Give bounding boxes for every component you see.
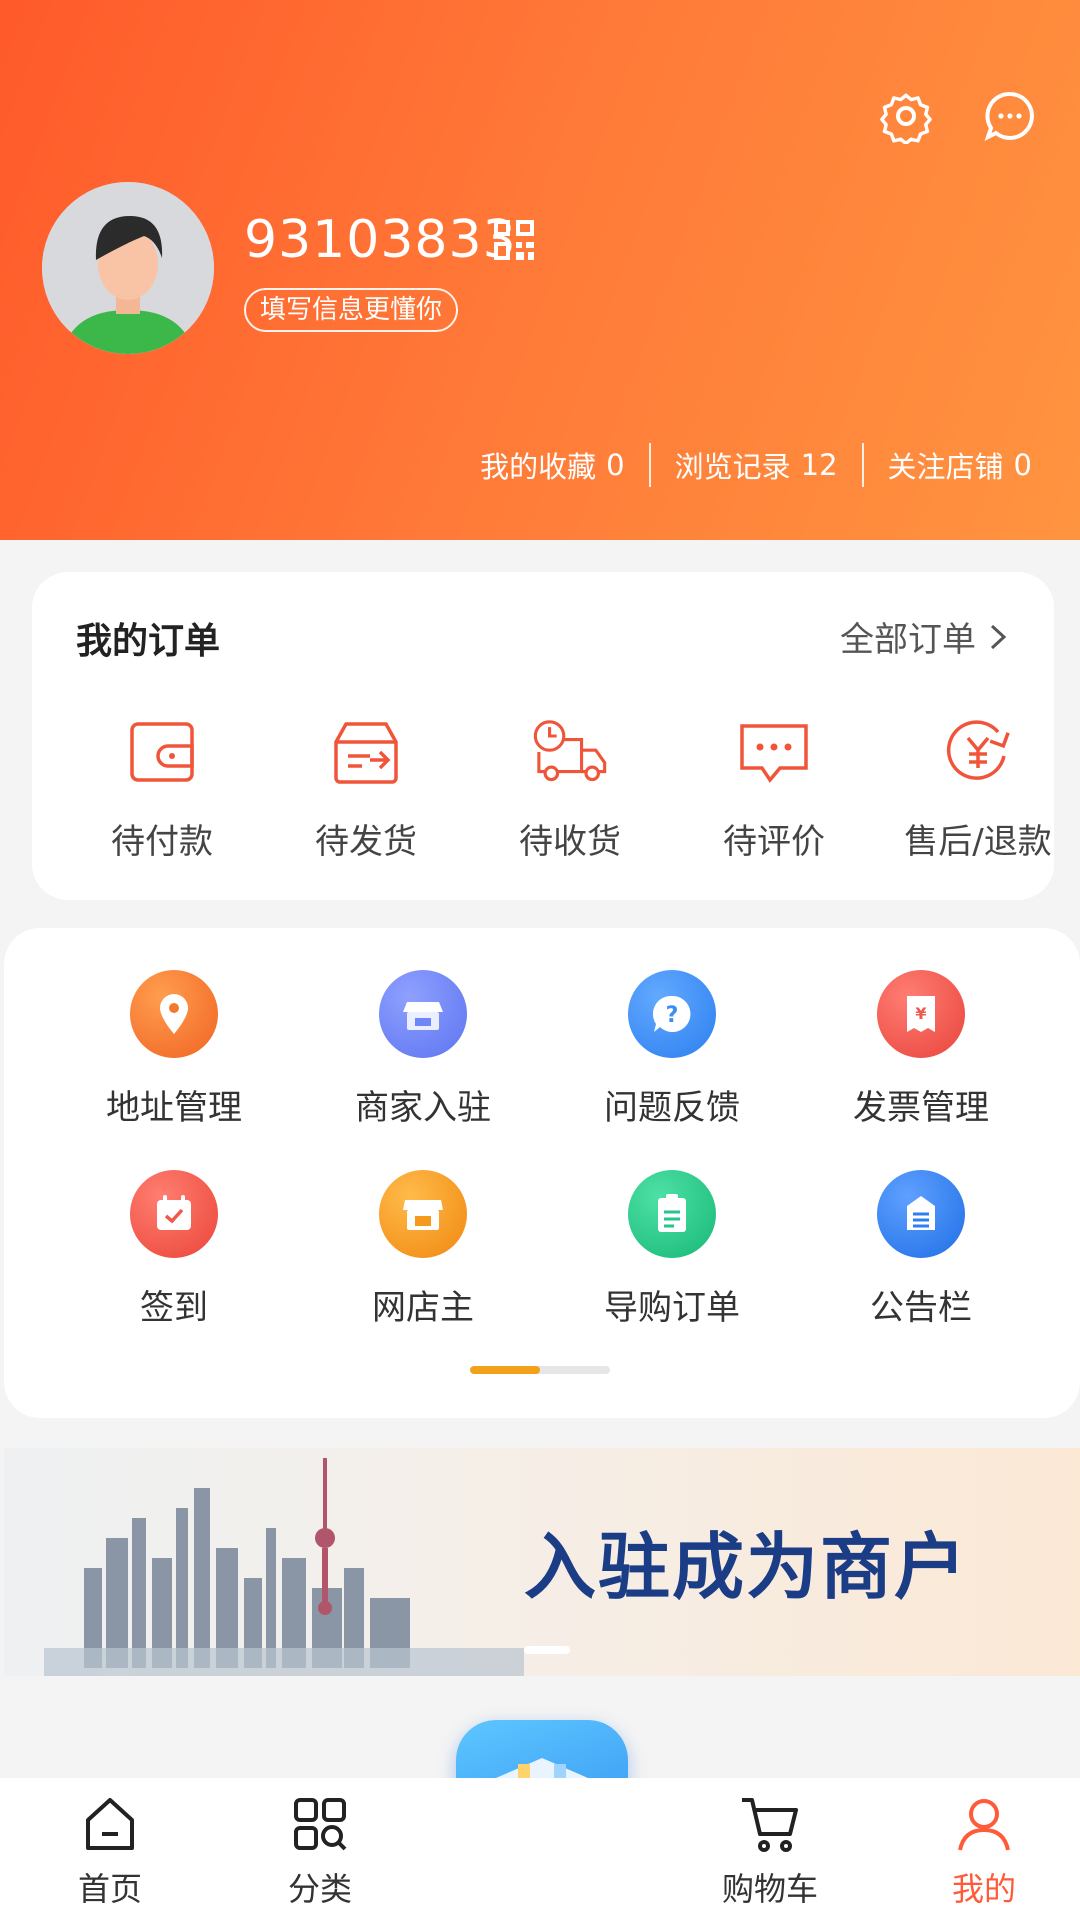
profile-info-tag[interactable]: 填写信息更懂你 — [244, 288, 459, 332]
wallet-icon — [130, 722, 194, 782]
order-label: 待评价 — [723, 822, 825, 862]
profile-header: 93103833 填写信息更懂你 我的收藏 0 浏览记录 12 关注店铺 0 — [0, 0, 1080, 540]
stat-value: 0 — [1013, 448, 1032, 482]
nav-label: 购物车 — [721, 1870, 818, 1908]
stat-value: 12 — [800, 448, 838, 482]
location-pin-icon — [130, 970, 218, 1058]
banner-title: 入驻成为商户 — [524, 1525, 969, 1609]
comment-icon — [740, 724, 808, 783]
service-label: 导购订单 — [604, 1288, 740, 1328]
box-ship-icon — [334, 722, 398, 784]
avatar[interactable] — [42, 182, 214, 354]
banner-pager-dot — [524, 1646, 570, 1654]
order-label: 待付款 — [111, 822, 213, 862]
nav-label: 首页 — [77, 1870, 142, 1908]
store-icon — [379, 1170, 467, 1258]
services-page-indicator — [470, 1366, 610, 1374]
stat-label: 我的收藏 — [480, 450, 597, 484]
all-orders-link[interactable]: 全部订单 — [840, 612, 1010, 661]
refund-icon — [946, 720, 1010, 780]
order-label: 待发货 — [315, 822, 417, 862]
orders-title: 我的订单 — [76, 621, 221, 662]
page-indicator-fill — [470, 1366, 540, 1374]
qr-code-icon[interactable] — [494, 220, 534, 260]
service-label: 问题反馈 — [604, 1088, 740, 1128]
service-check-in[interactable]: 签到 — [50, 1170, 298, 1329]
username: 93103833 — [244, 210, 517, 270]
shop-icon — [379, 970, 467, 1058]
order-pending-receipt[interactable]: 待收货 — [468, 712, 672, 863]
stat-followed-shops[interactable]: 关注店铺 0 — [864, 444, 1032, 486]
service-label: 地址管理 — [106, 1088, 242, 1128]
svg-text:¥: ¥ — [915, 1004, 926, 1023]
service-shopping-guide-orders[interactable]: 导购订单 — [548, 1170, 796, 1329]
profile-stats: 我的收藏 0 浏览记录 12 关注店铺 0 — [456, 440, 1032, 490]
cart-icon — [742, 1798, 798, 1852]
service-feedback[interactable]: ? 问题反馈 — [548, 970, 796, 1129]
stat-favorites[interactable]: 我的收藏 0 — [456, 444, 648, 486]
settings-gear-icon[interactable] — [878, 88, 934, 146]
order-pending-shipment[interactable]: 待发货 — [264, 712, 468, 863]
nav-cart[interactable]: 购物车 — [700, 1792, 840, 1910]
stat-history[interactable]: 浏览记录 12 — [651, 444, 862, 486]
service-invoice-management[interactable]: ¥ 发票管理 — [797, 970, 1045, 1129]
service-address-management[interactable]: 地址管理 — [50, 970, 298, 1129]
service-label: 公告栏 — [870, 1288, 972, 1328]
bottom-nav: 首页 分类 购物车 我的 — [0, 1778, 1080, 1920]
service-merchant-join[interactable]: 商家入驻 — [299, 970, 547, 1129]
nav-mine[interactable]: 我的 — [914, 1792, 1054, 1910]
service-online-shop-owner[interactable]: 网店主 — [299, 1170, 547, 1329]
stat-value: 0 — [606, 448, 625, 482]
question-icon: ? — [628, 970, 716, 1058]
message-icon[interactable] — [982, 88, 1038, 144]
services-card: 地址管理 商家入驻 ? 问题反馈 ¥ 发票管理 签到 网店主 导购订单 公告栏 — [4, 928, 1080, 1418]
order-pending-payment[interactable]: 待付款 — [60, 712, 264, 863]
service-label: 商家入驻 — [355, 1088, 491, 1128]
order-after-sales-refund[interactable]: 售后/退款 — [876, 712, 1080, 863]
nav-label: 分类 — [287, 1870, 352, 1908]
nav-home[interactable]: 首页 — [40, 1792, 180, 1910]
nav-label: 我的 — [951, 1870, 1016, 1908]
order-label: 售后/退款 — [904, 822, 1052, 862]
service-label: 签到 — [140, 1288, 208, 1328]
service-label: 网店主 — [372, 1288, 474, 1328]
orders-card: 我的订单 全部订单 待付款 待发货 待收货 待评价 售后/退款 — [32, 572, 1054, 900]
truck-icon — [533, 720, 607, 782]
clipboard-icon — [628, 1170, 716, 1258]
stat-label: 关注店铺 — [887, 450, 1004, 484]
user-icon — [958, 1799, 1010, 1851]
chevron-right-icon — [990, 624, 1007, 649]
all-orders-label: 全部订单 — [840, 620, 976, 660]
stat-label: 浏览记录 — [674, 450, 791, 484]
order-pending-review[interactable]: 待评价 — [672, 712, 876, 863]
notice-icon — [877, 1170, 965, 1258]
nav-category[interactable]: 分类 — [250, 1792, 390, 1910]
calendar-check-icon — [130, 1170, 218, 1258]
city-skyline-image — [44, 1458, 524, 1676]
svg-text:?: ? — [666, 1003, 679, 1028]
home-icon — [86, 1798, 134, 1850]
invoice-icon: ¥ — [877, 970, 965, 1058]
merchant-banner[interactable]: 入驻成为商户 — [4, 1448, 1080, 1676]
service-notice-board[interactable]: 公告栏 — [797, 1170, 1045, 1329]
order-label: 待收货 — [519, 822, 621, 862]
category-icon — [294, 1798, 347, 1851]
service-label: 发票管理 — [853, 1088, 989, 1128]
